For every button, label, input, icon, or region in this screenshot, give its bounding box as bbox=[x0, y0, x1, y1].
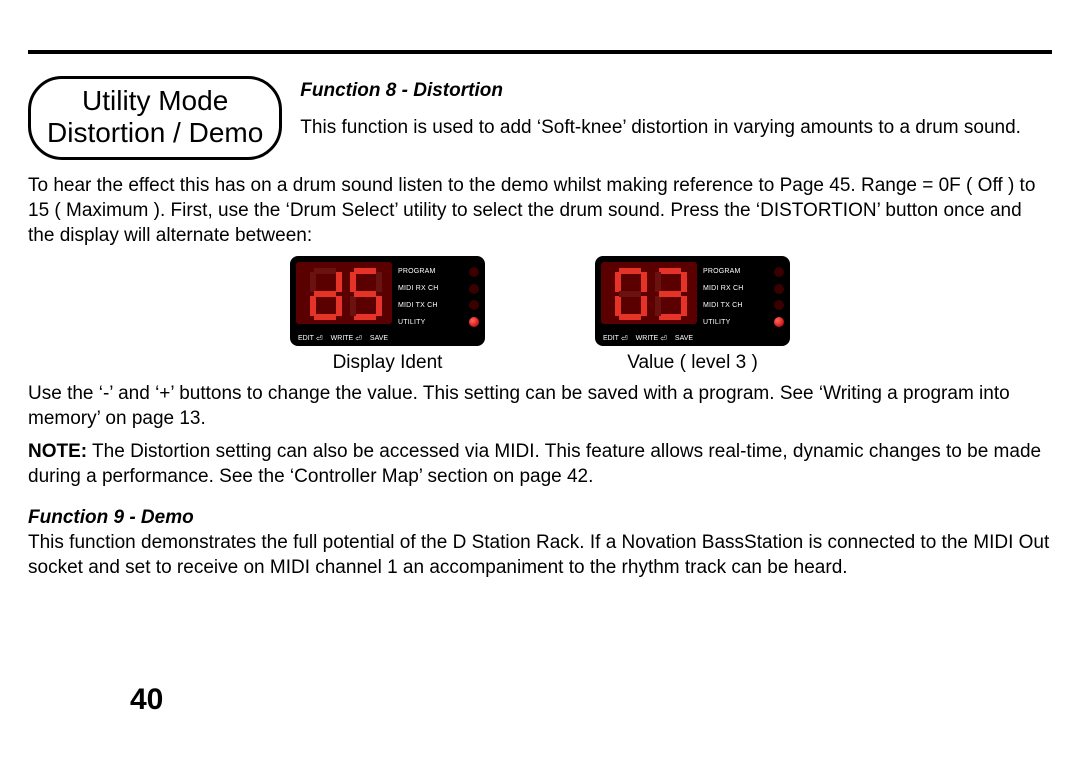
header-row: Utility Mode Distortion / Demo Function … bbox=[28, 76, 1052, 160]
function9-para: This function demonstrates the full pote… bbox=[28, 531, 1052, 580]
section-title-line2: Distortion / Demo bbox=[47, 117, 263, 149]
led-label: MIDI RX CH bbox=[703, 285, 769, 292]
header-text: Function 8 - Distortion This function is… bbox=[300, 76, 1052, 141]
led-label: PROGRAM bbox=[398, 268, 464, 275]
seven-segment-screen-right bbox=[601, 262, 697, 324]
led-indicator bbox=[469, 300, 479, 310]
device-bottom-left: EDIT⏎ WRITE⏎ SAVE bbox=[296, 331, 479, 343]
display-ident-caption: Display Ident bbox=[333, 352, 443, 374]
led-label: PROGRAM bbox=[703, 268, 769, 275]
led-indicator-lit bbox=[469, 317, 479, 327]
note-text: The Distortion setting can also be acces… bbox=[28, 441, 1041, 487]
led-indicator bbox=[774, 267, 784, 277]
function8-note: NOTE: The Distortion setting can also be… bbox=[28, 440, 1052, 489]
device-bottom-right: EDIT⏎ WRITE⏎ SAVE bbox=[601, 331, 784, 343]
bottom-label: WRITE bbox=[636, 335, 659, 342]
led-column-left: PROGRAM MIDI RX CH MIDI TX CH UTILITY bbox=[398, 262, 479, 331]
enter-icon: ⏎ bbox=[621, 334, 628, 343]
bottom-label: SAVE bbox=[370, 335, 388, 342]
bottom-label: SAVE bbox=[675, 335, 693, 342]
section-title-lozenge: Utility Mode Distortion / Demo bbox=[28, 76, 282, 160]
display-ident-column: PROGRAM MIDI RX CH MIDI TX CH UTILITY ED… bbox=[290, 256, 485, 374]
function8-para1: To hear the effect this has on a drum so… bbox=[28, 174, 1052, 248]
function9-title: Function 9 - Demo bbox=[28, 507, 1052, 529]
led-indicator bbox=[469, 267, 479, 277]
led-label: MIDI TX CH bbox=[703, 302, 769, 309]
enter-icon: ⏎ bbox=[316, 334, 323, 343]
section-title-line1: Utility Mode bbox=[47, 85, 263, 117]
seven-segment-screen-left bbox=[296, 262, 392, 324]
led-label: UTILITY bbox=[398, 319, 464, 326]
led-indicator bbox=[469, 284, 479, 294]
led-column-right: PROGRAM MIDI RX CH MIDI TX CH UTILITY bbox=[703, 262, 784, 331]
display-device-right: PROGRAM MIDI RX CH MIDI TX CH UTILITY ED… bbox=[595, 256, 790, 346]
led-indicator bbox=[774, 300, 784, 310]
function8-intro: This function is used to add ‘Soft-knee’… bbox=[300, 116, 1052, 141]
bottom-label: WRITE bbox=[331, 335, 354, 342]
display-value-caption: Value ( level 3 ) bbox=[627, 352, 758, 374]
enter-icon: ⏎ bbox=[660, 334, 667, 343]
bottom-label: EDIT bbox=[603, 335, 619, 342]
bottom-label: EDIT bbox=[298, 335, 314, 342]
enter-icon: ⏎ bbox=[355, 334, 362, 343]
led-indicator-lit bbox=[774, 317, 784, 327]
top-rule bbox=[28, 50, 1052, 54]
displays-row: PROGRAM MIDI RX CH MIDI TX CH UTILITY ED… bbox=[28, 256, 1052, 374]
led-label: MIDI RX CH bbox=[398, 285, 464, 292]
display-device-left: PROGRAM MIDI RX CH MIDI TX CH UTILITY ED… bbox=[290, 256, 485, 346]
page-number: 40 bbox=[130, 683, 163, 717]
led-label: UTILITY bbox=[703, 319, 769, 326]
led-indicator bbox=[774, 284, 784, 294]
function8-title: Function 8 - Distortion bbox=[300, 80, 1052, 102]
display-value-column: PROGRAM MIDI RX CH MIDI TX CH UTILITY ED… bbox=[595, 256, 790, 374]
note-label: NOTE: bbox=[28, 441, 87, 462]
led-label: MIDI TX CH bbox=[398, 302, 464, 309]
manual-page: Utility Mode Distortion / Demo Function … bbox=[0, 0, 1080, 762]
function8-para2: Use the ‘-’ and ‘+’ buttons to change th… bbox=[28, 382, 1052, 431]
